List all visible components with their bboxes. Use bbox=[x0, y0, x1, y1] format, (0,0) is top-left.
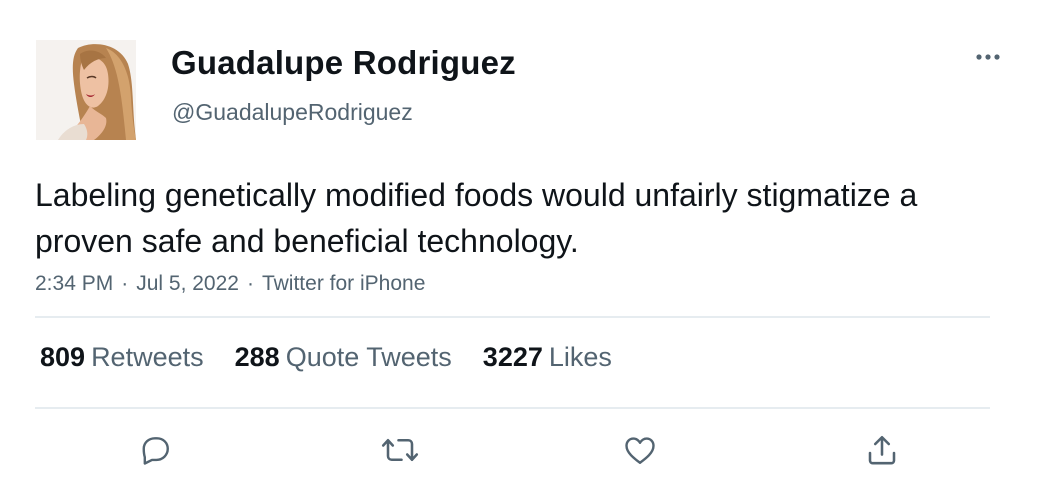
likes-label: Likes bbox=[548, 342, 612, 372]
tweet-meta: 2:34 PM · Jul 5, 2022 · Twitter for iPhone bbox=[35, 272, 425, 296]
like-button[interactable] bbox=[620, 430, 660, 470]
more-button[interactable] bbox=[970, 42, 1006, 72]
avatar[interactable] bbox=[36, 40, 136, 140]
likes-count: 3227 bbox=[482, 342, 543, 372]
tweet-text: Labeling genetically modified foods woul… bbox=[35, 177, 918, 259]
tweet-card: Guadalupe Rodriguez @GuadalupeRodriguez … bbox=[0, 0, 1050, 480]
more-icon bbox=[976, 54, 1000, 60]
retweet-icon bbox=[381, 438, 419, 462]
tweet-date[interactable]: Jul 5, 2022 bbox=[136, 272, 239, 295]
quote-tweets-stat[interactable]: 288 Quote Tweets bbox=[235, 342, 452, 373]
retweets-label: Retweets bbox=[91, 342, 204, 372]
meta-separator: · bbox=[121, 272, 129, 295]
tweet-time[interactable]: 2:34 PM bbox=[35, 272, 113, 295]
quote-tweets-label: Quote Tweets bbox=[285, 342, 452, 372]
like-icon bbox=[625, 437, 655, 464]
retweets-stat[interactable]: 809 Retweets bbox=[40, 342, 204, 373]
author-handle[interactable]: @GuadalupeRodriguez bbox=[172, 99, 413, 126]
share-icon bbox=[868, 435, 896, 465]
divider bbox=[35, 316, 990, 318]
avatar-image bbox=[36, 40, 136, 140]
divider bbox=[35, 407, 990, 409]
retweet-button[interactable] bbox=[380, 430, 420, 470]
reply-icon bbox=[142, 437, 169, 465]
tweet-stats: 809 Retweets 288 Quote Tweets 3227 Likes bbox=[40, 342, 643, 373]
meta-separator: · bbox=[246, 272, 254, 295]
quote-tweets-count: 288 bbox=[234, 342, 280, 372]
author-name[interactable]: Guadalupe Rodriguez bbox=[171, 44, 516, 82]
retweets-count: 809 bbox=[40, 342, 86, 372]
share-button[interactable] bbox=[862, 430, 902, 470]
tweet-source[interactable]: Twitter for iPhone bbox=[262, 272, 425, 295]
likes-stat[interactable]: 3227 Likes bbox=[483, 342, 612, 373]
reply-button[interactable] bbox=[135, 430, 175, 470]
